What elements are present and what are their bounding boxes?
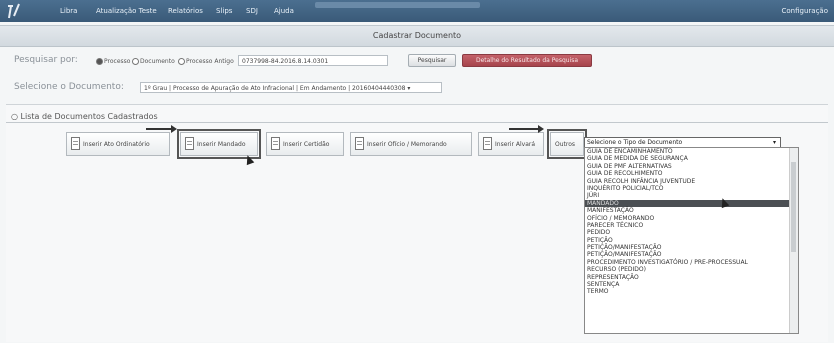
- dropdown-option[interactable]: GUIA DE ENCAMINHAMENTO: [585, 148, 798, 155]
- nav-sdj[interactable]: SDJ: [246, 7, 258, 15]
- dropdown-option[interactable]: PETIÇÃO/MANIFESTAÇÃO: [585, 251, 798, 258]
- search-option-documento[interactable]: Documento: [132, 58, 175, 65]
- document-icon: [71, 137, 80, 150]
- dropdown-option[interactable]: PETIÇÃO: [585, 237, 798, 244]
- document-icon: [355, 137, 364, 150]
- dropdown-option[interactable]: REPRESENTAÇÃO: [585, 274, 798, 281]
- document-icon: [185, 137, 194, 150]
- dropdown-option[interactable]: JÚRI: [585, 192, 798, 199]
- chevron-down-icon: ▾: [772, 139, 776, 146]
- search-input[interactable]: 0737998-84.2016.8.14.0301: [238, 55, 388, 66]
- document-icon: [483, 137, 492, 150]
- insert-certidao-button[interactable]: Inserir Certidão: [266, 132, 344, 156]
- top-nav-bar: Libra Atualização Teste Relatórios Slips…: [0, 0, 834, 22]
- nav-atualizacao-teste[interactable]: Atualização Teste: [96, 7, 157, 15]
- document-icon: [271, 137, 280, 150]
- details-button[interactable]: Detalhe do Resultado da Pesquisa: [462, 54, 592, 67]
- search-option-processo-antigo[interactable]: Processo Antigo: [178, 58, 234, 65]
- dropdown-option[interactable]: TERMO: [585, 288, 798, 295]
- radio-processo-antigo[interactable]: [178, 58, 185, 65]
- dropdown-option[interactable]: PARECER TÉCNICO: [585, 222, 798, 229]
- dropdown-option[interactable]: INQUÉRITO POLICIAL/TCO: [585, 185, 798, 192]
- annotation-arrow-1: [146, 125, 177, 133]
- dropdown-option[interactable]: RECURSO (PEDIDO): [585, 266, 798, 273]
- nav-center-decoration: [315, 2, 480, 8]
- radio-processo[interactable]: [96, 58, 103, 65]
- dropdown-option[interactable]: PROCEDIMENTO INVESTIGATÓRIO / PRE-PROCES…: [585, 259, 798, 266]
- insert-alvara-button[interactable]: Inserir Alvará: [478, 132, 544, 156]
- annotation-arrow-2: [509, 125, 544, 133]
- dropdown-option-selected[interactable]: MANDADO: [585, 199, 798, 208]
- dropdown-option[interactable]: GUIA DE PMF ALTERNATIVAS: [585, 163, 798, 170]
- nav-relatorios[interactable]: Relatórios: [168, 7, 203, 15]
- search-option-processo[interactable]: Processo: [96, 58, 130, 65]
- document-label: Selecione o Documento:: [14, 82, 124, 92]
- section-divider: [6, 122, 828, 123]
- dropdown-scrollbar[interactable]: [789, 148, 798, 333]
- radio-documento[interactable]: [132, 58, 139, 65]
- insert-ato-ordinatorio-button[interactable]: Inserir Ato Ordinatório: [66, 132, 170, 156]
- document-type-dropdown[interactable]: GUIA DE ENCAMINHAMENTO GUIA DE MEDIDA DE…: [584, 147, 799, 334]
- outros-button[interactable]: Outros: [547, 129, 587, 159]
- page-title: Cadastrar Documento: [0, 25, 834, 47]
- dropdown-option[interactable]: GUIA RECOLH INFÂNCIA JUVENTUDE: [585, 178, 798, 185]
- dropdown-option[interactable]: GUIA DE MEDIDA DE SEGURANÇA: [585, 155, 798, 162]
- dropdown-option[interactable]: OFÍCIO / MEMORANDO: [585, 215, 798, 222]
- nav-ajuda[interactable]: Ajuda: [274, 7, 294, 15]
- insert-oficio-memorando-button[interactable]: Inserir Ofício / Memorando: [350, 132, 472, 156]
- app-logo-icon: [8, 3, 20, 19]
- dropdown-option[interactable]: SENTENÇA: [585, 281, 798, 288]
- document-list-title: ○ Lista de Documentos Cadastrados: [11, 112, 158, 121]
- document-select[interactable]: 1º Grau | Processo de Apuração de Ato In…: [140, 82, 442, 93]
- search-label: Pesquisar por:: [14, 55, 78, 65]
- scrollbar-thumb[interactable]: [791, 162, 796, 252]
- dropdown-option[interactable]: MANIFESTAÇÃO: [585, 207, 798, 214]
- insert-mandado-button[interactable]: Inserir Mandado: [177, 129, 261, 159]
- dropdown-option[interactable]: PETIÇÃO/MANIFESTAÇÃO: [585, 244, 798, 251]
- dropdown-option[interactable]: GUIA DE RECOLHIMENTO: [585, 170, 798, 177]
- search-button[interactable]: Pesquisar: [408, 54, 456, 67]
- nav-libra[interactable]: Libra: [60, 7, 77, 15]
- nav-configuracao[interactable]: Configuração: [782, 7, 828, 15]
- nav-slips[interactable]: Slips: [216, 7, 232, 15]
- app-window: Libra Atualização Teste Relatórios Slips…: [0, 0, 834, 343]
- dropdown-option[interactable]: PEDIDO: [585, 229, 798, 236]
